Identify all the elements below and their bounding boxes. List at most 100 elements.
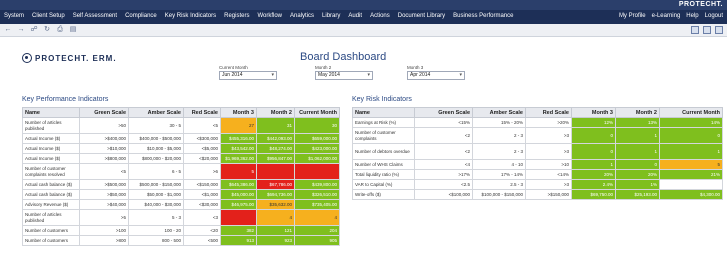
month-2-cell: $442,093.00 <box>256 133 295 144</box>
close-icon[interactable] <box>715 26 723 34</box>
column-header[interactable]: Month 2 <box>256 107 295 118</box>
nav-item[interactable]: e-Learning <box>652 13 681 19</box>
back-icon[interactable]: ← <box>4 26 12 34</box>
table-row[interactable]: Actual cash balance ($) >$500,000 $500,000… <box>22 179 340 190</box>
month-2-cell: $25,193.00 <box>615 189 660 200</box>
table-row[interactable]: Number of customer complaints resolved <5… <box>22 163 340 180</box>
table-row[interactable]: VAR to Capital (%) <2.5 2.5 - 3 >3 2.4% 1% <box>352 179 723 190</box>
month-3-cell: $455,316.00 <box>220 133 257 144</box>
nav-item[interactable]: Audit <box>348 13 362 19</box>
table-row[interactable]: Number of debtors overdue <2 2 - 3 >3 0 1 1 <box>352 143 723 160</box>
nav-item[interactable]: Registers <box>224 13 249 19</box>
forward-icon[interactable]: → <box>17 26 25 34</box>
column-header[interactable]: Amber Scale <box>128 107 184 118</box>
amber-scale-cell: $400,000 - $500,000 <box>128 133 184 144</box>
red-scale-cell: >$150,000 <box>525 189 572 200</box>
kri-header-row: Name Green Scale Amber Scale Red Scale Month… <box>352 107 723 118</box>
red-scale-cell: <20 <box>183 225 221 236</box>
red-scale-cell: <$300,000 <box>183 133 221 144</box>
column-header[interactable]: Current Month <box>659 107 723 118</box>
table-row[interactable]: Actual cash balance ($) >$50,000 $50,000 -… <box>22 189 340 200</box>
nav-item[interactable]: Document Library <box>398 13 445 19</box>
green-scale-cell: >$40,000 <box>79 199 129 210</box>
month-3-cell: 0 <box>571 143 616 160</box>
nav-item[interactable]: Library <box>322 13 340 19</box>
current-month-dropdown[interactable]: Jun 2014 ▾ <box>219 71 277 80</box>
export-icon[interactable]: ▤ <box>69 26 77 34</box>
column-header[interactable]: Green Scale <box>414 107 473 118</box>
month-3-cell: $645,386.00 <box>220 179 257 190</box>
red-scale-cell: >3 <box>525 179 572 190</box>
table-row[interactable]: Number of articles published >5 5 - 3 <3 4 4 <box>22 209 340 226</box>
column-header[interactable]: Green Scale <box>79 107 129 118</box>
column-header[interactable]: Month 3 <box>571 107 616 118</box>
table-row[interactable]: Number of WHS Claims <4 4 - 10 >10 1 0 5 <box>352 159 723 170</box>
month-2-cell: $67,786.00 <box>256 179 295 190</box>
nav-item[interactable]: Client Setup <box>32 13 65 19</box>
table-row[interactable]: Number of customer complaints <2 2 - 3 >3 0 1… <box>352 127 723 144</box>
selector-value: May 2014 <box>318 72 340 78</box>
nav-item[interactable]: Workflow <box>257 13 282 19</box>
table-row[interactable]: Actual Income ($) >$10,000 $10,000 - $5,00… <box>22 143 340 154</box>
month-3-cell: 20% <box>571 169 616 180</box>
name-cell: Actual Income ($) <box>22 133 80 144</box>
kri-table: Name Green Scale Amber Scale Red Scale Month… <box>352 107 723 200</box>
current-month-cell <box>659 179 723 190</box>
month-3-cell: $69,750.00 <box>571 189 616 200</box>
table-row[interactable]: Write-offs ($) <$100,000 $100,000 - $150,0… <box>352 189 723 200</box>
nav-item[interactable]: Self Assessment <box>73 13 117 19</box>
nav-item[interactable]: Help <box>686 13 698 19</box>
save-icon[interactable] <box>691 26 699 34</box>
column-header[interactable]: Amber Scale <box>472 107 526 118</box>
green-scale-cell: >$50,000 <box>79 189 129 200</box>
red-scale-cell: <$20,000 <box>183 153 221 164</box>
green-scale-cell: >17% <box>414 169 473 180</box>
red-scale-cell: >3 <box>525 143 572 160</box>
current-month-cell: 30 <box>294 117 340 134</box>
month-3-cell: 27 <box>220 117 257 134</box>
nav-item[interactable]: Key Risk Indicators <box>165 13 216 19</box>
refresh-icon[interactable]: ↻ <box>43 26 51 34</box>
nav-item[interactable]: System <box>4 13 24 19</box>
amber-scale-cell: 2 - 3 <box>472 143 526 160</box>
month-2-cell: 0 <box>615 159 660 170</box>
column-header[interactable]: Red Scale <box>525 107 572 118</box>
table-row[interactable]: Number of articles published >50 30 - 5 <5 2… <box>22 117 340 134</box>
current-month-cell: 5 <box>659 159 723 170</box>
name-cell: Earnings at Risk (%) <box>352 117 415 128</box>
selector-value: Jun 2014 <box>222 72 243 78</box>
column-header[interactable]: Red Scale <box>183 107 221 118</box>
toolbar: ← → ☍ ↻ ⎙ ▤ <box>0 24 727 37</box>
table-row[interactable]: Number of customers >100 100 - 20 <20 382 121… <box>22 225 340 236</box>
column-header[interactable]: Name <box>352 107 415 118</box>
selector-label: Month 2 <box>315 65 332 70</box>
nav-item[interactable]: My Profile <box>619 13 646 19</box>
table-row[interactable]: Total liquidity ratio (%) >17% 17% - 14% <1… <box>352 169 723 180</box>
nav-item[interactable]: Compliance <box>125 13 157 19</box>
maximize-icon[interactable] <box>703 26 711 34</box>
nav-item[interactable]: Actions <box>370 13 390 19</box>
column-header[interactable]: Name <box>22 107 80 118</box>
nav-item[interactable]: Logout <box>705 13 723 19</box>
month-3-dropdown[interactable]: Apr 2014 ▾ <box>407 71 465 80</box>
column-header[interactable]: Current Month <box>294 107 340 118</box>
column-header[interactable]: Month 3 <box>220 107 257 118</box>
column-header[interactable]: Month 2 <box>615 107 660 118</box>
kpi-table: Name Green Scale Amber Scale Red Scale Month… <box>22 107 340 246</box>
name-cell: Actual Income ($) <box>22 143 80 154</box>
link-icon[interactable]: ☍ <box>30 26 38 34</box>
month-2-cell: $48,274.00 <box>256 143 295 154</box>
month-2-dropdown[interactable]: May 2014 ▾ <box>315 71 373 80</box>
table-row[interactable]: Number of customers >800 800 - 500 <500 913 9… <box>22 235 340 246</box>
red-scale-cell: >3 <box>525 127 572 144</box>
table-row[interactable]: Actual Income ($) >$400,000 $400,000 - $50… <box>22 133 340 144</box>
selector-label: Month 3 <box>407 65 424 70</box>
nav-item[interactable]: Analytics <box>290 13 314 19</box>
nav-item[interactable]: Business Performance <box>453 13 513 19</box>
table-row[interactable]: Actual Income ($) >$800,000 $800,000 - $20… <box>22 153 340 164</box>
amber-scale-cell: 100 - 20 <box>128 225 184 236</box>
table-row[interactable]: Advisory Revenue ($) >$40,000 $40,000 - $3… <box>22 199 340 210</box>
name-cell: Actual Income ($) <box>22 153 80 164</box>
table-row[interactable]: Earnings at Risk (%) <15% 15% - 20% >20% 12%… <box>352 117 723 128</box>
print-icon[interactable]: ⎙ <box>56 26 64 34</box>
